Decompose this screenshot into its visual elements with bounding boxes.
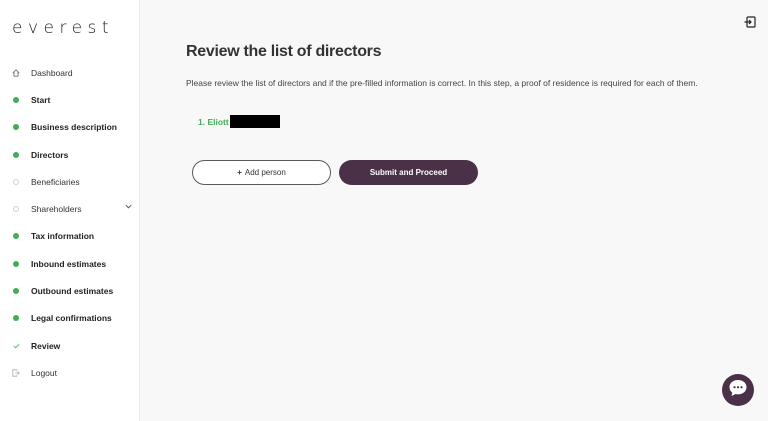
sidebar-item-shareholders[interactable]: Shareholders [0,195,140,222]
add-person-label: Add person [244,168,286,177]
check-dot-icon [11,150,21,160]
sidebar-item-directors[interactable]: Directors [0,141,140,168]
sidebar-item-label: Directors [31,149,69,160]
check-icon [11,341,21,351]
sidebar-item-label: Inbound estimates [31,258,107,269]
sidebar-item-label: Logout [31,367,57,378]
check-dot-icon [11,95,21,105]
sidebar-item-label: Review [31,340,61,351]
sidebar-item-logout[interactable]: Logout [0,359,140,386]
check-dot-icon [11,231,21,241]
sidebar-item-inbound-estimates[interactable]: Inbound estimates [0,250,140,277]
director-name: 1. Eliott [198,116,229,127]
home-icon [11,68,21,78]
chat-icon [728,379,748,402]
sidebar-item-label: Business description [31,122,117,133]
main-content: Review the list of directors Please revi… [141,0,768,421]
sidebar-item-label: Shareholders [31,204,82,215]
sidebar-item-label: Legal confirmations [31,313,112,324]
sidebar-item-label: Tax information [31,231,95,242]
plus-icon: + [237,168,242,177]
sidebar-item-review[interactable]: Review [0,332,140,359]
redacted-surname [229,115,280,128]
sidebar-item-beneficiaries[interactable]: Beneficiaries [0,168,140,195]
sidebar-item-label: Start [31,94,51,105]
exit-icon[interactable] [744,15,756,28]
check-dot-icon [11,122,21,132]
submit-proceed-button[interactable]: Submit and Proceed [339,160,478,185]
sidebar-item-start[interactable]: Start [0,86,140,113]
sidebar-item-label: Outbound estimates [31,286,114,297]
page-description: Please review the list of directors and … [186,78,698,88]
sidebar-nav: Dashboard Start Business description Dir… [0,59,140,387]
empty-dot-icon [11,177,21,187]
sidebar-item-dashboard[interactable]: Dashboard [0,59,140,86]
check-dot-icon [11,259,21,269]
sidebar-item-legal-confirmations[interactable]: Legal confirmations [0,305,140,332]
sidebar-item-label: Dashboard [31,67,73,78]
check-dot-icon [11,286,21,296]
chat-button[interactable] [722,374,754,406]
sidebar-item-label: Beneficiaries [31,176,80,187]
check-dot-icon [11,313,21,323]
everest-logo[interactable]: everest [12,18,114,38]
chevron-down-icon[interactable] [125,204,132,211]
logout-icon [11,368,21,378]
page-title: Review the list of directors [186,43,382,60]
add-person-button[interactable]: + Add person [192,160,331,185]
sidebar-item-tax-information[interactable]: Tax information [0,223,140,250]
sidebar-item-outbound-estimates[interactable]: Outbound estimates [0,277,140,304]
sidebar: everest Dashboard Start Business descrip… [0,0,140,421]
empty-dot-icon [11,204,21,214]
sidebar-item-business-description[interactable]: Business description [0,114,140,141]
director-item[interactable]: 1. Eliott [198,115,280,128]
